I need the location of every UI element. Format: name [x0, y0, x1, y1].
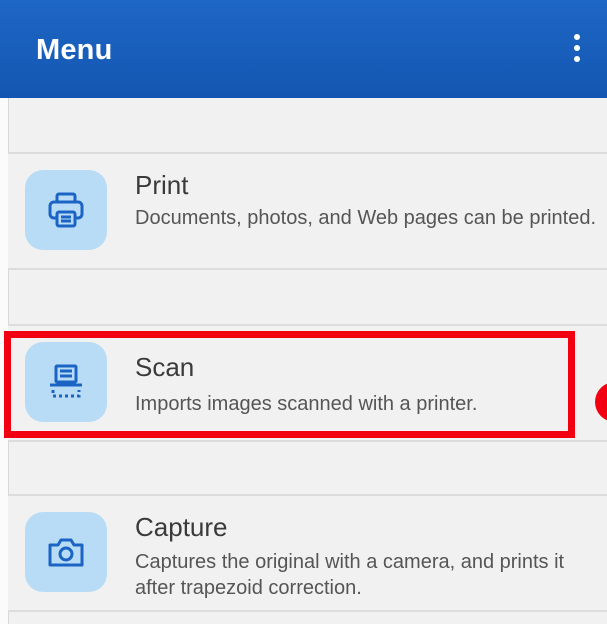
menu-item-description: Documents, photos, and Web pages can be … [135, 207, 597, 229]
divider [8, 268, 607, 270]
printer-icon [25, 170, 107, 250]
more-vert-icon[interactable] [565, 28, 589, 68]
menu-item-title: Print [135, 170, 189, 200]
menu-item-capture[interactable]: Capture Captures the original with a cam… [8, 496, 607, 610]
app-header: Menu [0, 0, 607, 98]
camera-icon [25, 512, 107, 592]
menu-item-print[interactable]: Print Documents, photos, and Web pages c… [8, 154, 607, 268]
page-title: Menu [36, 34, 113, 66]
divider [8, 440, 607, 442]
menu-item-description: Captures the original with a camera, and… [135, 551, 565, 599]
divider [8, 610, 607, 612]
highlight-box [4, 331, 575, 438]
menu-item-title: Capture [135, 512, 228, 542]
